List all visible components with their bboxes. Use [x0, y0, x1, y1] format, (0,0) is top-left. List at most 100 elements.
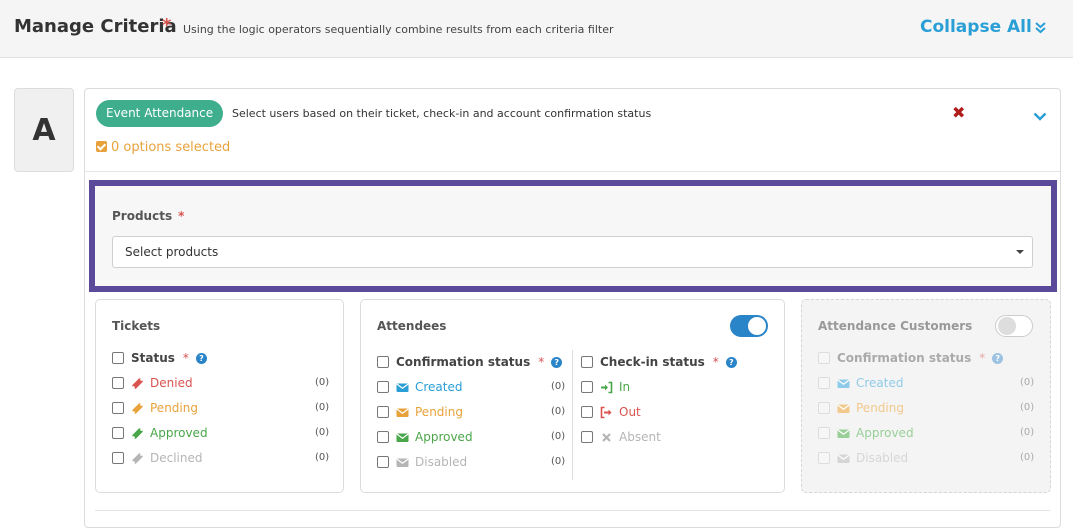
option-label-disabled: Disabled [415, 455, 468, 469]
checkbox-option-row[interactable]: Pending [112, 400, 198, 416]
checkbox[interactable] [377, 381, 389, 393]
sign-in-icon [600, 381, 613, 394]
checkbox[interactable] [112, 452, 124, 464]
envelope-icon [837, 402, 850, 415]
confirmation-status-heading: Confirmation status [396, 355, 531, 369]
envelope-icon [837, 452, 850, 465]
caret-down-icon [1016, 250, 1024, 254]
products-select-placeholder: Select products [125, 245, 219, 259]
checkin-status-header[interactable]: Check-in status * ? [581, 354, 737, 370]
option-count: (0) [1020, 452, 1035, 463]
checkbox[interactable] [112, 377, 124, 389]
checkbox-option-row[interactable]: Approved [818, 425, 914, 441]
ticket-icon [131, 402, 144, 415]
column-divider [572, 350, 573, 480]
attendance-customers-title: Attendance Customers [818, 319, 973, 333]
page-subtitle: Using the logic operators sequentially c… [183, 23, 614, 36]
sign-out-icon [600, 406, 613, 419]
checkbox[interactable] [377, 431, 389, 443]
checkbox [818, 352, 830, 364]
checkbox-option-row[interactable]: Absent [581, 429, 661, 445]
checkbox-option-row[interactable]: Created [818, 375, 904, 391]
checkbox-option-row[interactable]: Declined [112, 450, 203, 466]
checkbox-option-row[interactable]: In [581, 379, 630, 395]
help-icon[interactable]: ? [195, 352, 207, 364]
products-label: Products * [112, 209, 185, 223]
products-section: Products * Select products [89, 180, 1057, 292]
checkbox[interactable] [581, 381, 593, 393]
checkbox-option-row[interactable]: Pending [818, 400, 904, 416]
next-section-divider [95, 510, 1050, 511]
chevron-down-icon[interactable] [1033, 107, 1047, 126]
ticket-icon [131, 452, 144, 465]
option-label-pending: Pending [150, 401, 198, 415]
checkbox-option-row[interactable]: Denied [112, 375, 193, 391]
confirmation-status-heading: Confirmation status [837, 351, 972, 365]
checkbox[interactable] [112, 402, 124, 414]
option-label-approved: Approved [150, 426, 208, 440]
option-label-in: In [619, 380, 631, 394]
checkbox-option-row[interactable]: Pending [377, 404, 463, 420]
option-label-absent: Absent [619, 430, 661, 444]
products-select[interactable]: Select products [112, 236, 1033, 268]
required-marker: * [182, 351, 189, 365]
confirmation-status-header[interactable]: Confirmation status * ? [377, 354, 563, 370]
option-count: (0) [551, 456, 566, 467]
required-marker: * [712, 355, 719, 369]
checkbox[interactable] [581, 356, 593, 368]
times-icon [600, 431, 613, 444]
attendees-toggle[interactable] [730, 315, 768, 337]
checkbox[interactable] [377, 356, 389, 368]
checkbox[interactable] [581, 406, 593, 418]
option-count: (0) [551, 431, 566, 442]
option-label-approved: Approved [856, 426, 914, 440]
criteria-card-header: Event Attendance Select users based on t… [85, 89, 1060, 172]
checkbox-checked-icon [96, 141, 107, 152]
required-marker: * [162, 15, 172, 36]
option-count: (0) [315, 427, 330, 438]
checkbox[interactable] [112, 427, 124, 439]
ticket-icon [131, 427, 144, 440]
checkbox-option-row[interactable]: Approved [377, 429, 473, 445]
attendance-customers-panel: Attendance Customers Confirmation status… [801, 299, 1051, 493]
checkbox-option-row[interactable]: Disabled [377, 454, 467, 470]
options-selected-text: 0 options selected [111, 140, 231, 155]
help-icon[interactable]: ? [725, 356, 737, 368]
envelope-icon [396, 406, 409, 419]
checkbox-option-row[interactable]: Disabled [818, 450, 908, 466]
option-count: (0) [1020, 427, 1035, 438]
checkbox[interactable] [818, 452, 830, 464]
option-label-pending: Pending [415, 405, 463, 419]
envelope-icon [396, 456, 409, 469]
tickets-panel: Tickets Status * ? Denied (0) Pending (0) Ap… [95, 299, 344, 493]
page-title: Manage Criteria [14, 16, 177, 37]
checkbox[interactable] [377, 406, 389, 418]
remove-criteria-icon[interactable]: ✖ [952, 103, 965, 122]
checkbox[interactable] [377, 456, 389, 468]
attendance-customers-toggle[interactable] [995, 315, 1033, 337]
option-count: (0) [1020, 377, 1035, 388]
attendees-title: Attendees [377, 319, 447, 333]
option-count: (0) [551, 381, 566, 392]
option-label-pending: Pending [856, 401, 904, 415]
checkbox-option-row[interactable]: Out [581, 404, 641, 420]
option-count: (0) [1020, 402, 1035, 413]
tickets-status-header[interactable]: Status * ? [112, 350, 207, 366]
collapse-all-button[interactable]: Collapse All [920, 17, 1032, 37]
checkbox[interactable] [818, 427, 830, 439]
checkbox[interactable] [818, 402, 830, 414]
checkbox[interactable] [818, 377, 830, 389]
help-icon[interactable]: ? [551, 356, 563, 368]
attendees-panel: Attendees Confirmation status * ? Check-… [360, 299, 785, 493]
checkbox-option-row[interactable]: Approved [112, 425, 208, 441]
options-selected-indicator: 0 options selected [96, 140, 230, 155]
criteria-card: Event Attendance Select users based on t… [84, 88, 1061, 528]
envelope-icon [396, 431, 409, 444]
checkbox[interactable] [112, 352, 124, 364]
option-label-created: Created [415, 380, 463, 394]
checkbox-option-row[interactable]: Created [377, 379, 463, 395]
option-count: (0) [315, 377, 330, 388]
double-chevron-down-icon[interactable] [1034, 20, 1047, 39]
status-heading: Status [131, 351, 175, 365]
checkbox[interactable] [581, 431, 593, 443]
